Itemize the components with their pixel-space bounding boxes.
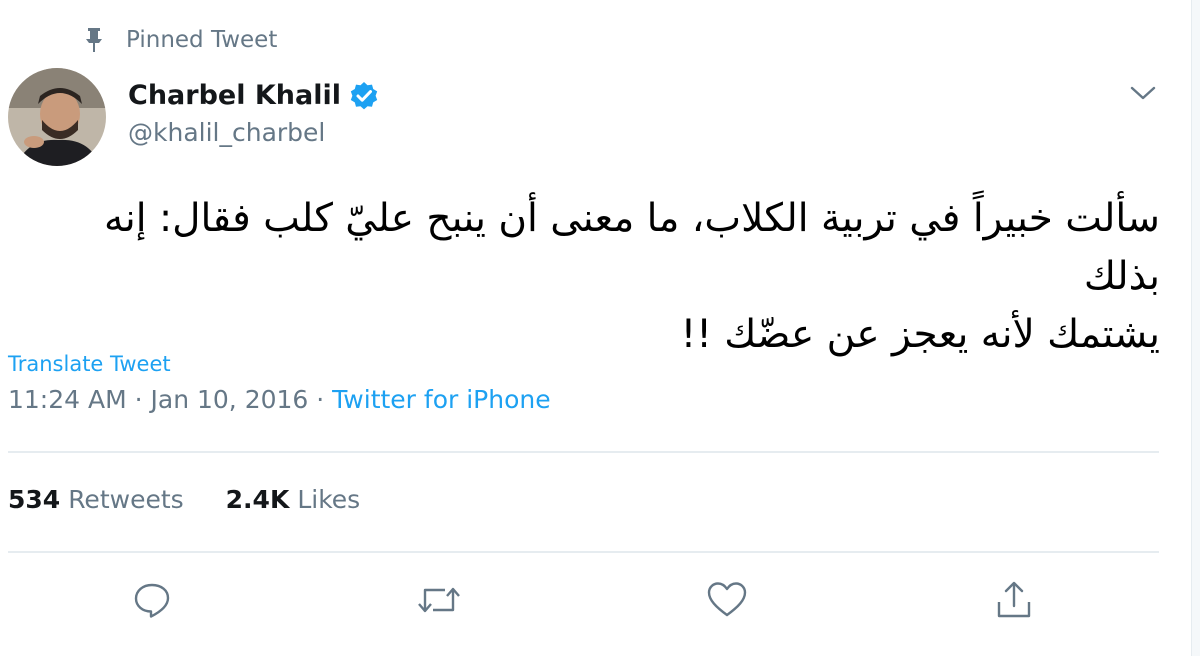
tweet-time[interactable]: 11:24 AM (8, 385, 127, 414)
meta-separator: · (308, 385, 333, 414)
pinned-indicator: Pinned Tweet (82, 25, 277, 55)
tweet-stats: 534 Retweets 2.4K Likes (8, 485, 360, 514)
tweet-menu-button[interactable] (1128, 82, 1158, 108)
translate-tweet-link[interactable]: Translate Tweet (8, 352, 171, 376)
pin-icon (82, 27, 106, 53)
tweet-meta: 11:24 AM · Jan 10, 2016 · Twitter for iP… (8, 385, 551, 414)
likes-count: 2.4K (225, 485, 290, 514)
likes-stat[interactable]: 2.4K Likes (226, 485, 361, 514)
author-handle[interactable]: @khalil_charbel (128, 118, 325, 147)
avatar[interactable] (8, 68, 106, 166)
reply-button[interactable] (130, 580, 174, 624)
retweet-icon (417, 580, 461, 624)
pinned-label: Pinned Tweet (126, 27, 278, 53)
tweet-date[interactable]: Jan 10, 2016 (151, 385, 309, 414)
divider (8, 551, 1159, 553)
retweets-count: 534 (8, 485, 61, 514)
tweet-text: سألت خبيراً في تربية الكلاب، ما معنى أن … (60, 190, 1160, 364)
retweets-stat[interactable]: 534 Retweets (8, 485, 184, 514)
retweets-label: Retweets (68, 485, 184, 514)
tweet-text-line: يشتمك لأنه يعجز عن عضّك !! (680, 312, 1160, 357)
author-name[interactable]: Charbel Khalil (128, 80, 341, 111)
scrollbar-track[interactable] (1191, 0, 1200, 656)
share-icon (994, 580, 1034, 624)
like-button[interactable] (705, 580, 749, 624)
reply-icon (132, 580, 172, 624)
author-name-row[interactable]: Charbel Khalil (128, 80, 379, 111)
chevron-down-icon (1130, 85, 1156, 105)
heart-icon (706, 580, 748, 624)
retweet-button[interactable] (417, 580, 461, 624)
divider (8, 451, 1159, 453)
meta-separator: · (126, 385, 151, 414)
verified-badge-icon (349, 81, 379, 111)
share-button[interactable] (992, 580, 1036, 624)
tweet-source[interactable]: Twitter for iPhone (332, 385, 550, 414)
likes-label: Likes (297, 485, 361, 514)
tweet-text-line: سألت خبيراً في تربية الكلاب، ما معنى أن … (104, 196, 1160, 299)
